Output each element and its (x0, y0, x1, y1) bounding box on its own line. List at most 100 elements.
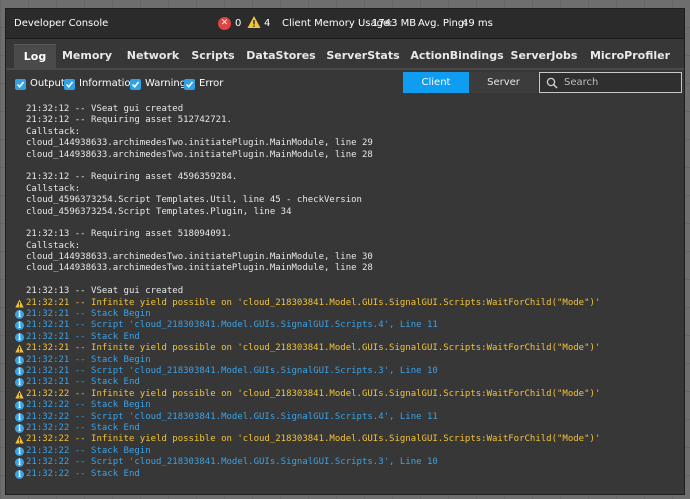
log-line: 21:32:13 -- Requiring asset 518094091. (14, 229, 674, 240)
log-line: 21:32:21 -- Script 'cloud_218303841.Mode… (14, 366, 674, 377)
server-toggle-button[interactable]: Server (470, 72, 537, 93)
avg-ping-value: 49 ms (462, 18, 493, 29)
tab-serverjobs[interactable]: ServerJobs (510, 44, 578, 68)
tab-bar: Log Memory Network Scripts DataStores Se… (6, 40, 684, 68)
search-placeholder: Search (564, 77, 599, 88)
client-toggle-button[interactable]: Client (403, 72, 469, 93)
search-icon (546, 77, 558, 89)
log-line-text: 21:32:12 -- VSeat gui created (26, 104, 184, 114)
info-icon (15, 446, 24, 457)
log-line: cloud_144938633.archimedesTwo.initiatePl… (14, 252, 674, 263)
memory-usage-value: 1743 MB (372, 18, 417, 29)
log-line: Callstack: (14, 127, 674, 138)
log-line-text: 21:32:21 -- Stack End (26, 377, 140, 388)
log-line-text: Callstack: (26, 126, 81, 137)
log-line: 21:32:22 -- Stack End (14, 423, 674, 434)
log-line: 21:32:22 -- Stack Begin (14, 400, 674, 412)
log-line: 21:32:21 -- Stack End (14, 332, 674, 343)
log-line-text: 21:32:22 -- Script 'cloud_218303841.Mode… (26, 457, 438, 468)
warning-icon (15, 435, 24, 444)
log-line: cloud_144938633.archimedesTwo.initiatePl… (14, 138, 674, 149)
info-icon (15, 457, 24, 469)
log-line-text: 21:32:21 -- Infinite yield possible on '… (26, 297, 601, 308)
log-line-text: Callstack: (26, 240, 81, 251)
log-line-text: 21:32:22 -- Script 'cloud_218303841.Mode… (26, 411, 438, 422)
info-icon (15, 469, 24, 480)
log-line-text: 21:32:13 -- VSeat gui created (26, 286, 184, 297)
log-line: Callstack: (14, 184, 674, 195)
tab-serverstats[interactable]: ServerStats (324, 44, 402, 68)
info-icon (15, 412, 24, 423)
checkmark-icon (131, 81, 140, 89)
log-line: 21:32:21 -- Infinite yield possible on '… (14, 298, 674, 309)
log-line-text: 21:32:12 -- Requiring asset 4596359284. (26, 172, 238, 183)
log-line-text: 21:32:21 -- Stack Begin (26, 354, 151, 365)
log-line: 21:32:12 -- Requiring asset 4596359284. (14, 172, 674, 183)
tab-actionbindings[interactable]: ActionBindings (408, 44, 506, 68)
log-line-text: 21:32:21 -- Stack End (26, 331, 140, 342)
log-line-text: cloud_4596373254.Script Templates.Util, … (26, 195, 362, 206)
warning-icon (15, 390, 24, 399)
log-line: 21:32:22 -- Stack Begin (14, 446, 674, 457)
warning-icon (15, 344, 24, 353)
log-line-text: 21:32:22 -- Infinite yield possible on '… (26, 434, 601, 445)
log-line: 21:32:21 -- Stack Begin (14, 355, 674, 366)
info-icon (15, 366, 24, 377)
log-line: cloud_4596373254.Script Templates.Util, … (14, 195, 674, 206)
info-icon (15, 355, 24, 366)
log-line-text: 21:32:22 -- Infinite yield possible on '… (26, 388, 601, 399)
log-line-text: 21:32:22 -- Stack Begin (26, 445, 151, 456)
log-line-text: cloud_144938633.archimedesTwo.initiatePl… (26, 138, 373, 149)
warning-icon (15, 299, 24, 308)
output-checkbox[interactable] (15, 79, 26, 90)
log-line-text: cloud_144938633.archimedesTwo.initiatePl… (26, 252, 373, 263)
log-line-text: cloud_4596373254.Script Templates.Plugin… (26, 206, 292, 217)
warning-checkbox[interactable] (130, 79, 141, 90)
tab-scripts[interactable]: Scripts (190, 44, 236, 68)
log-line: 21:32:22 -- Script 'cloud_218303841.Mode… (14, 457, 674, 469)
checkmark-icon (16, 81, 25, 89)
log-line-text: 21:32:21 -- Infinite yield possible on '… (26, 343, 601, 354)
tab-microprofiler[interactable]: MicroProfiler (586, 44, 674, 68)
log-line: 21:32:13 -- VSeat gui created (14, 286, 674, 297)
search-input[interactable]: Search (539, 72, 682, 93)
avg-ping-label: Avg. Ping: (418, 18, 468, 29)
log-line-text: 21:32:21 -- Stack Begin (26, 309, 151, 320)
error-filter-label: Error (199, 78, 224, 89)
log-line: cloud_144938633.archimedesTwo.initiatePl… (14, 263, 674, 274)
log-line-text: cloud_144938633.archimedesTwo.initiatePl… (26, 263, 373, 274)
log-line: 21:32:22 -- Script 'cloud_218303841.Mode… (14, 412, 674, 423)
warning-count: 4 (264, 18, 271, 29)
log-line-text: cloud_144938633.archimedesTwo.initiatePl… (26, 149, 373, 160)
output-filter-label: Output (30, 78, 65, 89)
info-icon (15, 320, 24, 332)
title-bar[interactable]: Developer Console ✕ 0 4 Client Memory Us… (6, 9, 684, 39)
checkmark-icon (185, 81, 194, 89)
information-checkbox[interactable] (64, 79, 75, 90)
log-line-text: 21:32:12 -- Requiring asset 512742721. (26, 115, 232, 126)
log-line: cloud_4596373254.Script Templates.Plugin… (14, 207, 674, 218)
log-line: 21:32:21 -- Script 'cloud_218303841.Mode… (14, 320, 674, 332)
tab-memory[interactable]: Memory (60, 44, 114, 68)
error-checkbox[interactable] (184, 79, 195, 90)
tab-datastores[interactable]: DataStores (246, 44, 316, 68)
log-line-text: 21:32:21 -- Script 'cloud_218303841.Mode… (26, 320, 438, 331)
tab-log[interactable]: Log (14, 44, 56, 68)
log-line-text: 21:32:21 -- Script 'cloud_218303841.Mode… (26, 365, 438, 376)
window-title: Developer Console (14, 18, 109, 29)
log-line-text: 21:32:22 -- Stack End (26, 422, 140, 433)
log-line: 21:32:22 -- Stack End (14, 469, 674, 480)
log-line-text: 21:32:13 -- Requiring asset 518094091. (26, 229, 232, 240)
log-line: 21:32:21 -- Stack Begin (14, 309, 674, 320)
warning-icon (247, 16, 261, 28)
tab-network[interactable]: Network (124, 44, 182, 68)
developer-console-window: Developer Console ✕ 0 4 Client Memory Us… (5, 8, 685, 495)
log-line: 21:32:22 -- Infinite yield possible on '… (14, 389, 674, 400)
log-output[interactable]: 21:32:12 -- VSeat gui created 21:32:12 --… (14, 104, 674, 490)
info-icon (15, 423, 24, 434)
info-icon (15, 332, 24, 343)
log-line: Callstack: (14, 241, 674, 252)
log-line: 21:32:12 -- Requiring asset 512742721. (14, 115, 674, 126)
